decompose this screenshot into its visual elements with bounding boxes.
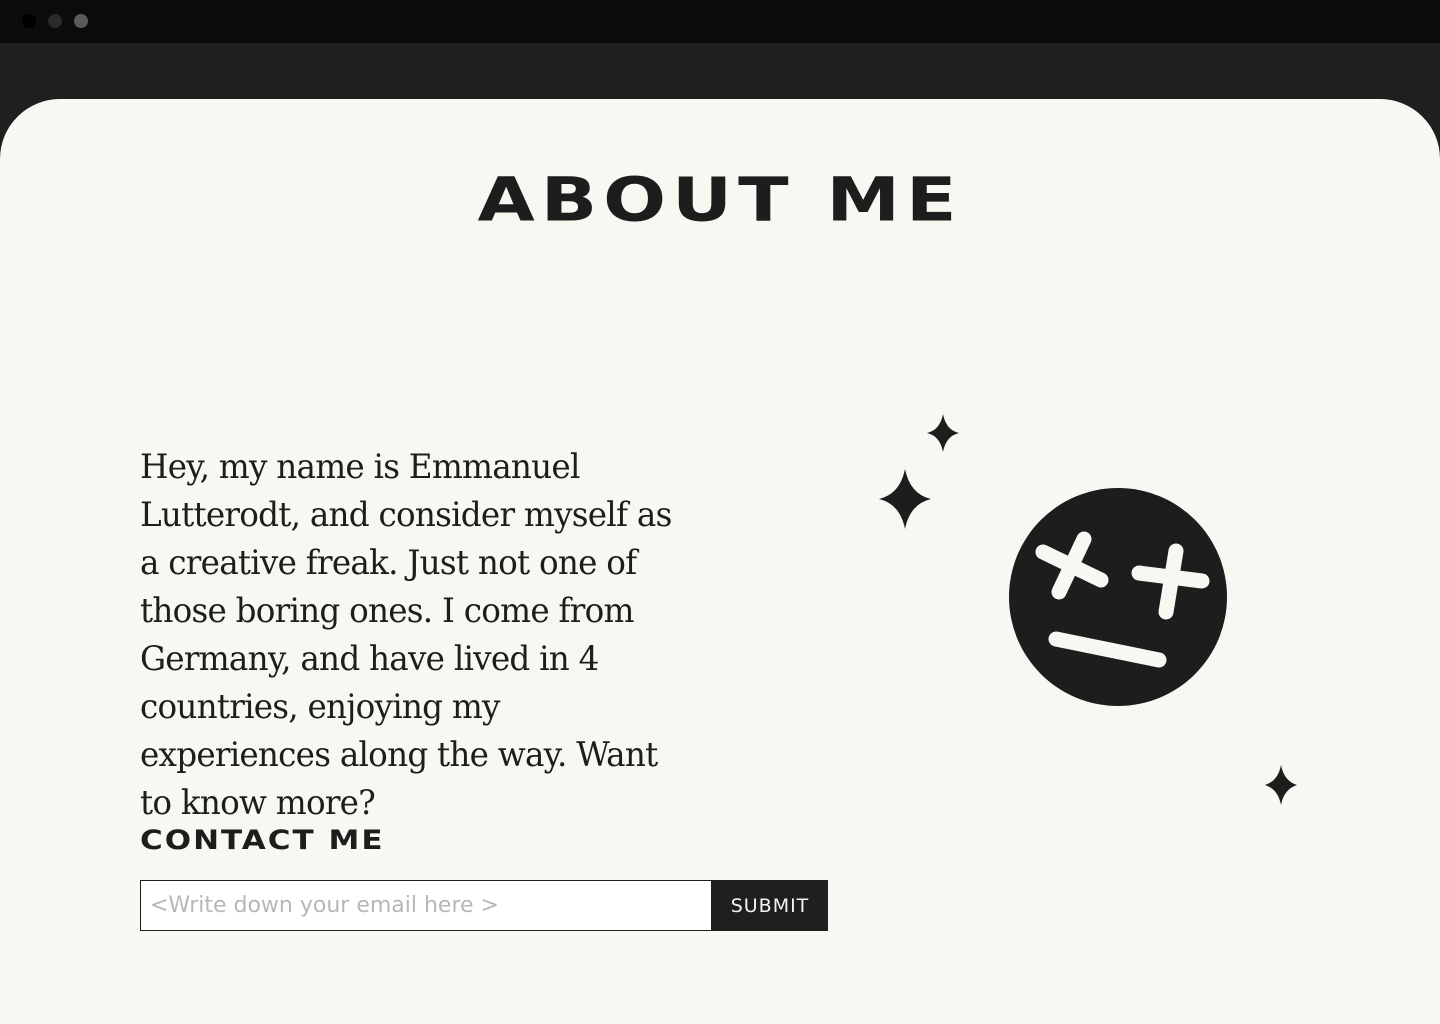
contact-form: SUBMIT — [140, 880, 828, 931]
page-title: ABOUT ME — [477, 164, 963, 236]
window-minimize-button[interactable] — [48, 14, 62, 28]
submit-button[interactable]: SUBMIT — [712, 880, 828, 931]
window-zoom-button[interactable] — [74, 14, 88, 28]
sparkle-icon — [1265, 765, 1297, 805]
contact-heading: CONTACT ME — [140, 824, 385, 856]
about-page: ABOUT ME Hey, my name is Emmanuel Lutter… — [0, 99, 1440, 1024]
window-close-button[interactable] — [22, 14, 36, 28]
email-input[interactable] — [140, 880, 712, 931]
dizzy-face-icon — [1009, 488, 1227, 706]
bio-text: Hey, my name is Emmanuel Lutterodt, and … — [140, 447, 672, 823]
sparkle-icon — [879, 469, 931, 529]
window-titlebar — [0, 0, 1440, 43]
sparkle-icon — [927, 414, 959, 452]
browser-toolbar — [0, 43, 1440, 103]
